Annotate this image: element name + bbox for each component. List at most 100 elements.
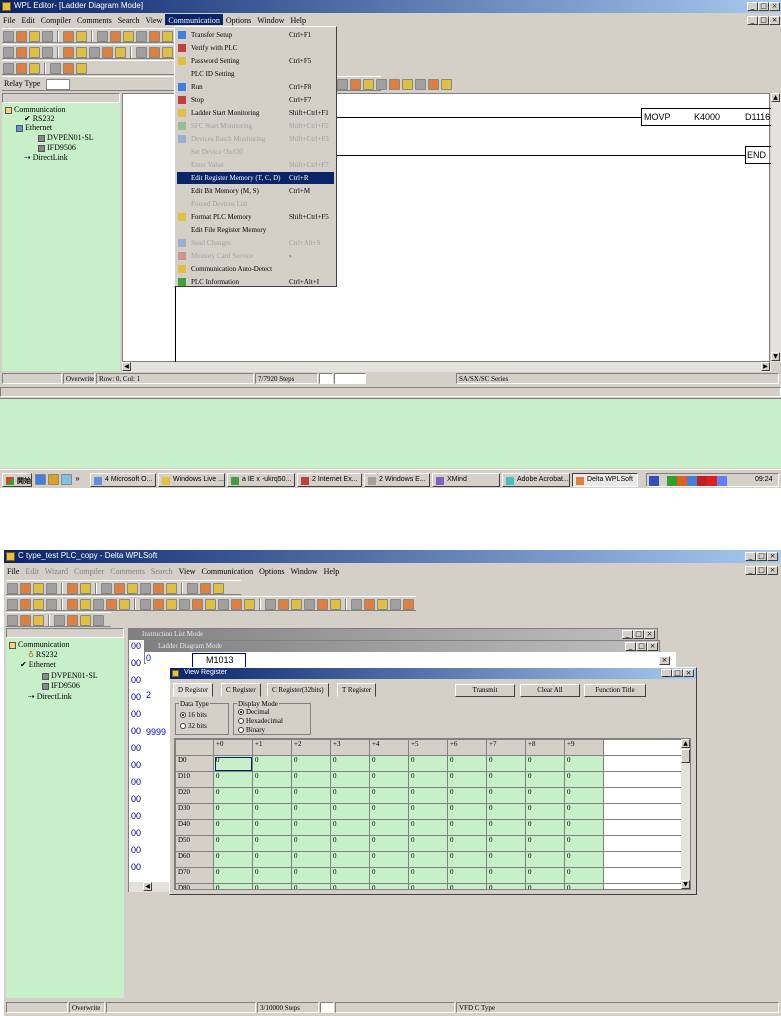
menu-item-verify-with-plc[interactable]: Verify with PLC [177, 42, 334, 54]
tree-node-communication[interactable]: Communication [5, 105, 66, 114]
register-cell[interactable]: 0 [486, 787, 526, 804]
save-icon[interactable] [29, 63, 40, 74]
register-cell[interactable]: 0 [447, 803, 487, 820]
instruction-line-number[interactable]: 00 [131, 709, 141, 719]
zoom-icon[interactable] [119, 599, 130, 610]
menu-view[interactable]: View [176, 565, 199, 576]
help-icon[interactable] [140, 583, 151, 594]
instruction-line-number[interactable]: 00 [131, 811, 141, 821]
ladder-vertical-scrollbar[interactable]: ▲ ▼ [771, 93, 781, 362]
coil-icon[interactable] [265, 599, 276, 610]
register-cell[interactable]: 0 [369, 851, 409, 868]
scroll-thumb[interactable] [681, 749, 690, 763]
register-cell[interactable]: 0 [213, 883, 253, 889]
taskbar-item[interactable]: XMind [432, 473, 500, 487]
save-icon[interactable] [29, 31, 40, 42]
transfer-icon[interactable] [166, 599, 177, 610]
scroll-right-button[interactable]: ▶ [761, 362, 770, 371]
instruction-line-number[interactable]: 00 [131, 692, 141, 702]
register-cell[interactable]: 0 [564, 803, 604, 820]
desktop-icon[interactable] [61, 474, 72, 485]
paste-icon[interactable] [377, 599, 388, 610]
register-cell[interactable]: 0 [564, 755, 604, 772]
register-cell[interactable]: 0 [564, 867, 604, 884]
register-cell[interactable]: 0 [369, 819, 409, 836]
dialog-maximize-button[interactable]: □ [672, 669, 683, 677]
help-icon[interactable] [140, 599, 151, 610]
new-icon[interactable] [7, 599, 18, 610]
stop-icon[interactable] [192, 599, 203, 610]
menu-search[interactable]: Search [148, 565, 176, 576]
register-cell[interactable]: 0 [369, 867, 409, 884]
menu-view[interactable]: View [142, 14, 165, 25]
register-cell[interactable]: 0 [447, 883, 487, 889]
register-cell[interactable]: 0 [252, 803, 292, 820]
instruction-line-number[interactable]: 00 [131, 845, 141, 855]
tab-t-register[interactable]: T Register [337, 683, 377, 697]
transfer-icon[interactable] [162, 31, 173, 42]
register-cell[interactable]: 0 [447, 851, 487, 868]
register-cell[interactable]: 0 [408, 787, 448, 804]
tree-node-ethernet[interactable]: ✔ Ethernet [20, 660, 56, 669]
open-icon[interactable] [20, 599, 31, 610]
instruction-line-number[interactable]: 00 [131, 794, 141, 804]
cut-icon[interactable] [63, 31, 74, 42]
register-cell[interactable]: 0 [408, 755, 448, 772]
register-cell[interactable]: 0 [213, 755, 253, 772]
register-cell[interactable]: 0 [564, 851, 604, 868]
paste-icon[interactable] [101, 583, 112, 594]
tree-node-directlink[interactable]: ⇢ DirectLink [28, 692, 72, 701]
register-cell[interactable]: 0 [525, 787, 565, 804]
register-cell[interactable]: 0 [252, 771, 292, 788]
undo-icon[interactable] [114, 583, 125, 594]
mdi-minimize-button[interactable]: _ [747, 16, 758, 25]
menu-comments[interactable]: Comments [74, 14, 115, 25]
register-cell[interactable]: 0 [525, 883, 565, 889]
register-cell[interactable]: 0 [564, 883, 604, 889]
register-cell[interactable]: 0 [291, 771, 331, 788]
scroll-up-button[interactable]: ▲ [681, 739, 690, 748]
menu-item-plc-information[interactable]: PLC Information Ctrl+Alt+I [177, 276, 334, 288]
register-cell[interactable]: 0 [291, 755, 331, 772]
close-button[interactable]: × [767, 552, 778, 561]
register-cell[interactable]: 0 [252, 819, 292, 836]
scroll-down-button[interactable]: ▼ [771, 352, 780, 361]
instruction-line-number[interactable]: 00 [131, 658, 141, 668]
print-icon[interactable] [42, 47, 53, 58]
register-cell[interactable]: 0 [486, 851, 526, 868]
taskbar-item[interactable]: Windows Live ... [158, 473, 225, 487]
compile-icon[interactable] [153, 583, 164, 594]
register-cell[interactable]: 0 [213, 867, 253, 884]
register-cell[interactable]: 0 [291, 851, 331, 868]
copy-icon[interactable] [364, 599, 375, 610]
register-cell[interactable]: 0 [330, 771, 370, 788]
menu-item-edit-file-register-memory[interactable]: Edit File Register Memory [177, 224, 334, 236]
register-cell[interactable]: 0 [213, 803, 253, 820]
register-cell[interactable]: 0 [330, 835, 370, 852]
taskbar-item[interactable]: 4 Microsoft O... [90, 473, 156, 487]
open-icon[interactable] [20, 583, 31, 594]
new-icon[interactable] [3, 63, 14, 74]
cut-icon[interactable] [67, 615, 78, 626]
register-cell[interactable]: 0 [564, 787, 604, 804]
save-icon[interactable] [317, 599, 328, 610]
undo-icon[interactable] [390, 599, 401, 610]
transfer-icon[interactable] [166, 583, 177, 594]
mdi-minimize-button[interactable]: _ [745, 566, 756, 575]
register-cell[interactable]: 0 [330, 851, 370, 868]
cut-icon[interactable] [67, 583, 78, 594]
register-cell[interactable]: 0 [330, 755, 370, 772]
settings-icon[interactable] [231, 599, 242, 610]
copy-icon[interactable] [80, 583, 91, 594]
register-cell[interactable]: 0 [564, 771, 604, 788]
register-cell[interactable]: 0 [486, 803, 526, 820]
zoom-icon[interactable] [115, 47, 126, 58]
taskbar-item[interactable]: a IE x -ukrq50... [227, 473, 295, 487]
taskbar-item[interactable]: Delta WPLSoft [572, 473, 638, 487]
menu-file[interactable]: File [0, 14, 18, 25]
monitor-icon[interactable] [213, 583, 224, 594]
register-cell[interactable]: 0 [447, 867, 487, 884]
open-icon[interactable] [16, 63, 27, 74]
zoom-icon[interactable] [127, 583, 138, 594]
register-cell[interactable]: 0 [369, 883, 409, 889]
